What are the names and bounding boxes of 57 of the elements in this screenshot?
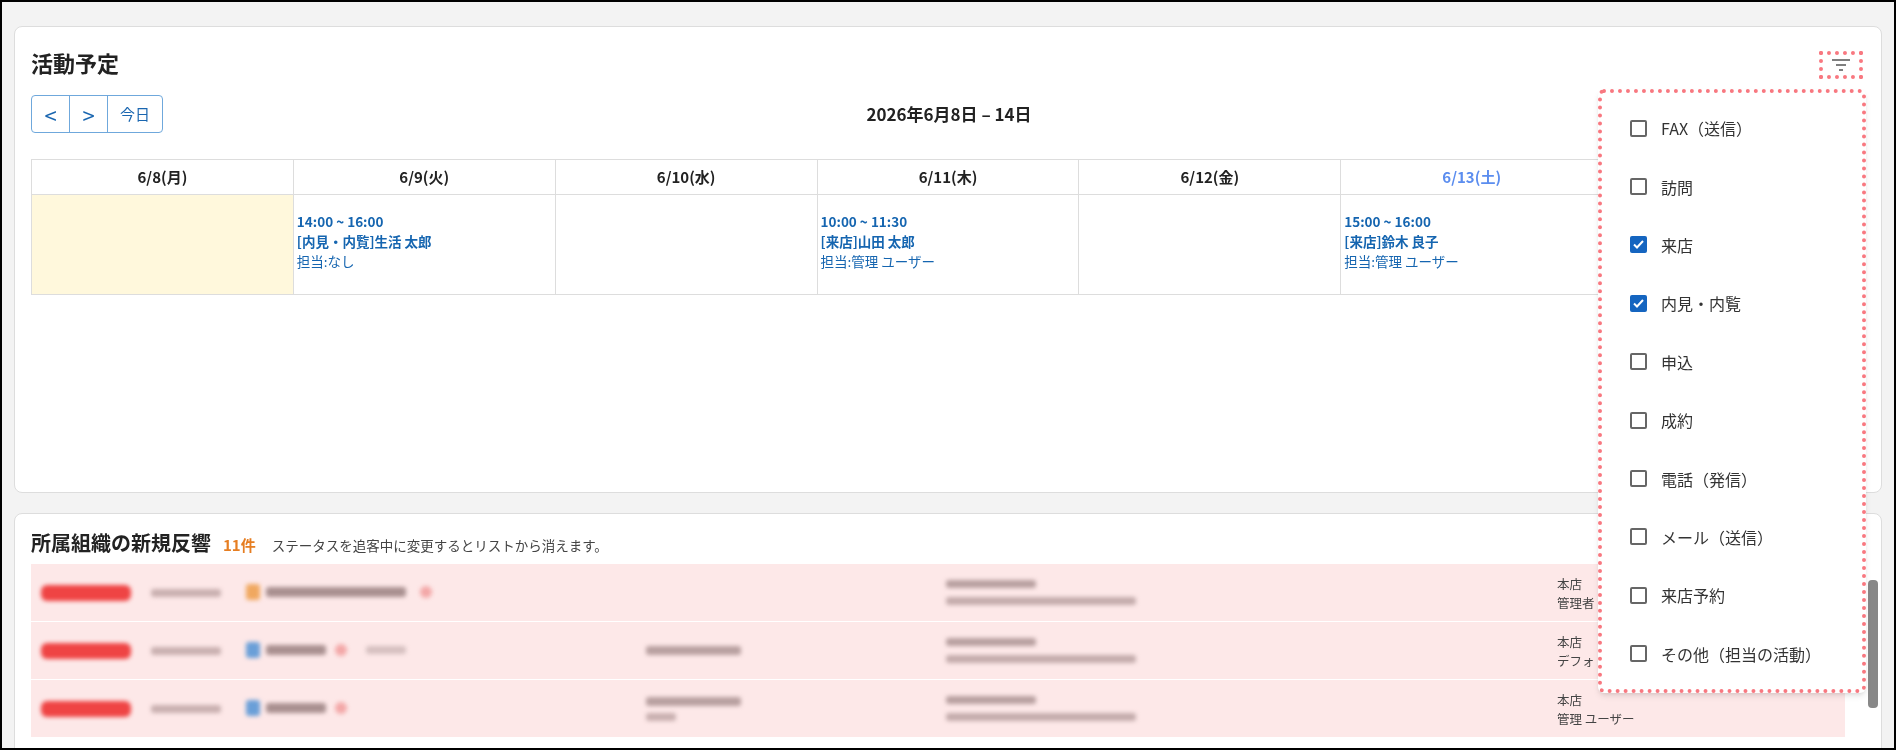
section-title: 活動予定 [31, 45, 119, 79]
count-label: 11件 [223, 534, 256, 557]
event-assignee: 担当:なし [296, 251, 356, 271]
filter-option[interactable]: メール（送信） [1602, 524, 1862, 549]
filter-option[interactable]: 電話（発信） [1602, 466, 1862, 491]
staff-text: 管理者 [1557, 592, 1595, 612]
today-button[interactable]: 今日 [108, 96, 162, 132]
event[interactable]: 10:00 ~ 11:30 [来店]山田 太郎 担当:管理 ユーザー [820, 211, 1076, 271]
event-time: 15:00 ~ 16:00 [1344, 211, 1432, 231]
checkbox[interactable] [1630, 528, 1647, 546]
next-button[interactable]: > [70, 96, 108, 132]
event[interactable]: 14:00 ~ 16:00 [内見・内覧]生活 太郎 担当:なし [296, 211, 552, 271]
date-range: 2026年6月8日 – 14日 [866, 101, 1032, 127]
note-text: ステータスを追客中に変更するとリストから消えます。 [271, 535, 608, 556]
filter-option[interactable]: 来店 [1602, 232, 1862, 257]
section-title: 所属組織の新規反響 [31, 528, 211, 558]
option-label: 訪問 [1661, 174, 1693, 199]
branch-text: 本店 [1557, 573, 1583, 593]
staff-text: デフォ [1557, 650, 1595, 670]
branch-text: 本店 [1557, 689, 1583, 709]
option-label: 来店 [1661, 232, 1693, 257]
option-label: 成約 [1661, 408, 1693, 433]
event-assignee: 担当:管理 ユーザー [820, 251, 937, 271]
previous-button[interactable]: < [32, 96, 70, 132]
filter-option[interactable]: 内見・内覧 [1602, 291, 1862, 316]
staff-text: 管理 ユーザー [1557, 708, 1635, 728]
checkbox[interactable] [1630, 586, 1647, 604]
filter-option[interactable]: FAX（送信） [1602, 116, 1862, 141]
checkbox[interactable] [1630, 353, 1647, 371]
filter-option[interactable]: 成約 [1602, 408, 1862, 433]
option-label: 電話（発信） [1661, 466, 1757, 491]
option-label: 内見・内覧 [1661, 291, 1741, 316]
checkbox[interactable] [1630, 178, 1647, 196]
option-label: FAX（送信） [1661, 116, 1753, 141]
filter-option[interactable]: 申込 [1602, 349, 1862, 374]
option-label: その他（担当の活動） [1661, 641, 1821, 666]
filter-option[interactable]: 訪問 [1602, 174, 1862, 199]
event-title: [来店]山田 太郎 [820, 231, 916, 251]
event-assignee: 担当:管理 ユーザー [1344, 251, 1460, 271]
checkbox[interactable] [1630, 236, 1647, 254]
branch-text: 本店 [1557, 631, 1583, 651]
filter-button[interactable] [1819, 51, 1863, 79]
event-time: 10:00 ~ 11:30 [820, 211, 909, 231]
checkbox[interactable] [1630, 411, 1647, 429]
checkbox[interactable] [1630, 470, 1647, 488]
event-time: 14:00 ~ 16:00 [296, 211, 385, 231]
event-title: [内見・内覧]生活 太郎 [296, 231, 433, 251]
response-row[interactable]: 本店 管理 ユーザー [31, 680, 1845, 738]
filter-icon [1831, 58, 1851, 72]
checkbox[interactable] [1630, 119, 1647, 137]
event[interactable]: 15:00 ~ 16:00 [来店]鈴木 良子 担当:管理 ユーザー [1344, 211, 1600, 271]
checkbox[interactable] [1630, 294, 1647, 312]
option-label: 申込 [1661, 349, 1693, 374]
event-title: [来店]鈴木 良子 [1344, 231, 1440, 251]
option-label: 来店予約 [1661, 583, 1725, 608]
option-label: メール（送信） [1661, 524, 1773, 549]
checkbox[interactable] [1630, 645, 1647, 663]
